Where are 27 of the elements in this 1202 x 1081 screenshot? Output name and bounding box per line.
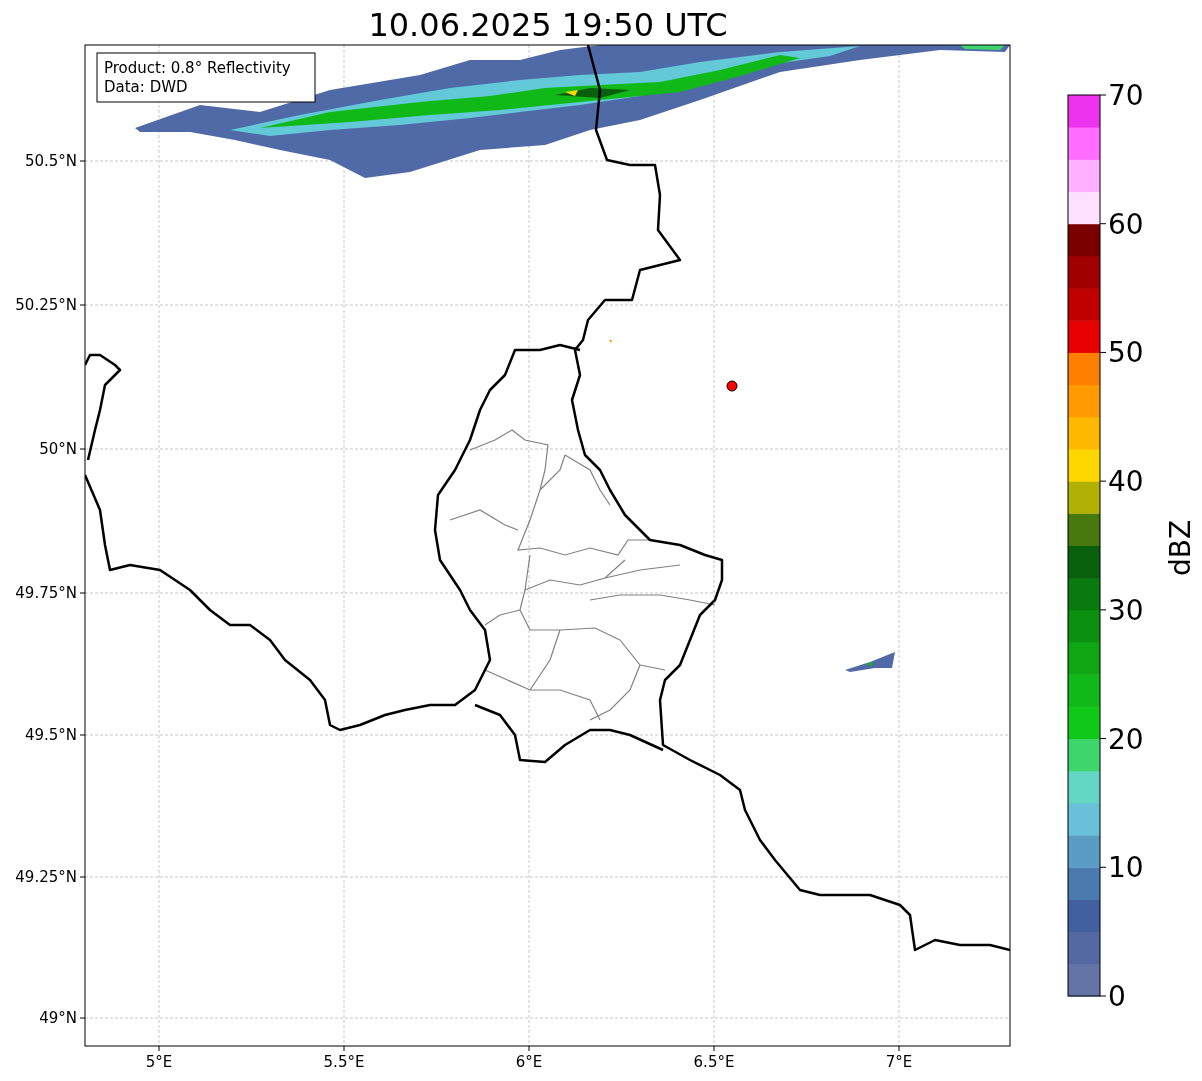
colorbar-label: dBZ	[1164, 519, 1197, 577]
axis-tick-label: 49.5°N	[24, 726, 77, 744]
colorbar-tick-label: 50	[1108, 336, 1144, 370]
axis-tick-label: 50.25°N	[15, 296, 77, 314]
info-text: Product: 0.8° Reflectivity	[104, 59, 291, 77]
location-marker-icon	[726, 380, 738, 392]
axis-tick-label: 5.5°E	[323, 1053, 365, 1071]
colorbar-tick-label: 60	[1108, 207, 1144, 241]
axis-tick-label: 49.25°N	[15, 868, 77, 886]
colorbar-tick-label: 70	[1108, 79, 1144, 112]
axis-tick-label: 50.5°N	[24, 152, 77, 170]
colorbar-tick-label: 40	[1108, 465, 1144, 499]
axis-tick-label: 6.5°E	[693, 1053, 735, 1071]
chart-title: 10.06.2025 19:50 UTC	[368, 6, 728, 44]
colorbar-tick-label: 30	[1108, 593, 1144, 627]
axis-tick-label: 49.75°N	[15, 584, 77, 602]
axis-tick-label: 7°E	[885, 1053, 913, 1071]
axis-tick-label: 49°N	[39, 1009, 77, 1027]
axis-tick-label: 6°E	[515, 1053, 543, 1071]
colorbar-tick-label: 10	[1108, 851, 1144, 885]
colorbar-tick-label: 0	[1108, 980, 1126, 1013]
info-text: Data: DWD	[104, 78, 188, 96]
colorbar-tick-label: 20	[1108, 722, 1144, 756]
axis-tick-label: 5°E	[145, 1053, 173, 1071]
radar-echo-drawing	[609, 340, 612, 343]
radar-echo-drawing	[845, 652, 895, 672]
axis-tick-label: 50°N	[39, 440, 77, 458]
